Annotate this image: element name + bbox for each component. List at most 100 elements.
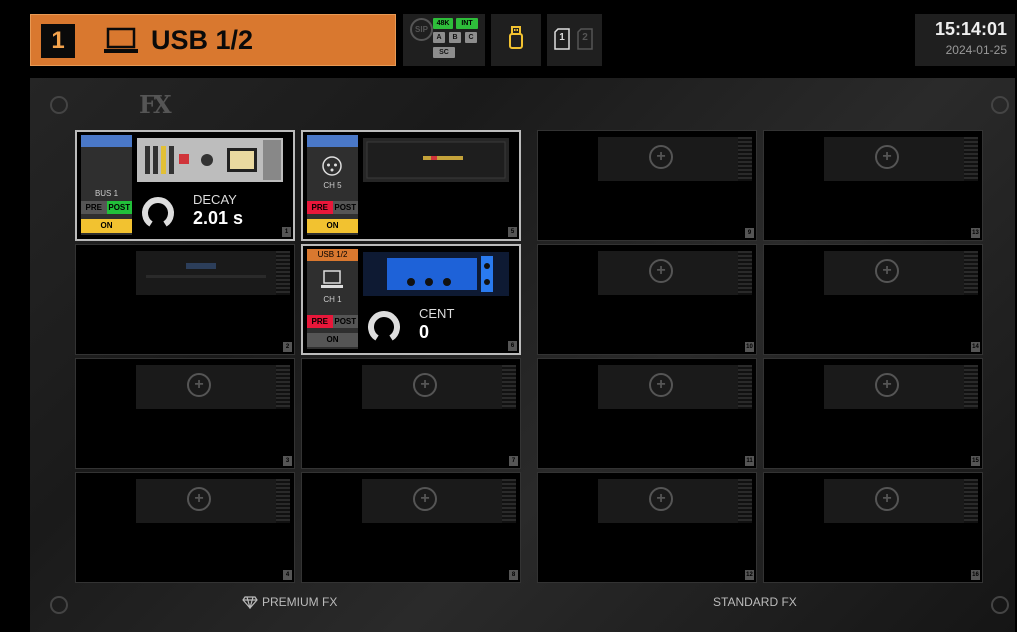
rack-grille: [276, 365, 290, 409]
slot-number: 2: [283, 342, 292, 352]
empty-slot: +: [362, 365, 508, 409]
fx-slot-8[interactable]: + 8: [301, 472, 521, 583]
slot-number: 7: [509, 456, 518, 466]
fx-slot-11[interactable]: + 11: [537, 358, 757, 469]
rack-grille: [276, 479, 290, 523]
fx-slot-1[interactable]: BUS 1 PRE POST ON DECAY 2.01 s 1: [75, 130, 295, 241]
add-fx-icon[interactable]: +: [187, 373, 211, 397]
add-fx-icon[interactable]: +: [649, 145, 673, 169]
fx-rack-panel: FX BUS 1 PRE POST ON DECAY 2.01 s 1 2 + …: [30, 78, 1015, 632]
b-badge: B: [449, 32, 461, 43]
fx-slot-9[interactable]: + 9: [537, 130, 757, 241]
pre-button[interactable]: PRE: [81, 201, 107, 214]
rack-grille: [964, 365, 978, 409]
slot-number: 16: [971, 570, 980, 580]
add-fx-icon[interactable]: +: [649, 259, 673, 283]
fx-slot-10[interactable]: + 10: [537, 244, 757, 355]
reverb-plugin-thumbnail: [137, 138, 283, 182]
cent-knob[interactable]: [367, 308, 401, 342]
decay-knob[interactable]: [141, 194, 175, 228]
c-badge: C: [465, 32, 477, 43]
memory-card-status[interactable]: 1 2: [547, 14, 602, 66]
fx-slot-7[interactable]: + 7: [301, 358, 521, 469]
add-fx-icon[interactable]: +: [875, 487, 899, 511]
fx-slot-16[interactable]: + 16: [763, 472, 983, 583]
source-label: BUS 1: [94, 189, 119, 198]
pre-post-toggle[interactable]: PRE POST: [307, 201, 358, 214]
sip-indicator: SIP: [410, 18, 433, 41]
add-fx-icon[interactable]: +: [875, 145, 899, 169]
empty-slot: +: [598, 251, 744, 295]
rack-grille: [502, 365, 516, 409]
add-fx-icon[interactable]: +: [875, 373, 899, 397]
pre-button[interactable]: PRE: [307, 201, 333, 214]
fx-slot-14[interactable]: + 14: [763, 244, 983, 355]
a-badge: A: [433, 32, 445, 43]
screw-icon: [991, 596, 1009, 614]
pre-post-toggle[interactable]: PRE POST: [81, 201, 132, 214]
standard-fx-label: STANDARD FX: [713, 595, 797, 609]
rack-grille: [964, 479, 978, 523]
premium-fx-label: PREMIUM FX: [262, 595, 338, 609]
top-bar: 1 USB 1/2 SIP 48K INT A B C SC 1 2 15:14…: [0, 0, 1017, 72]
pitch-plugin-thumbnail: [363, 252, 509, 296]
fx-logo: FX: [139, 90, 172, 119]
fx-slot-2[interactable]: 2: [75, 244, 295, 355]
laptop-icon: [104, 27, 138, 53]
sd-card-1-label: 1: [559, 32, 565, 43]
source-label: CH 5: [323, 181, 342, 190]
rack-grille: [502, 479, 516, 523]
usb-status[interactable]: [491, 14, 541, 66]
slot-number: 13: [971, 228, 980, 238]
post-button[interactable]: POST: [332, 201, 358, 214]
empty-slot: +: [136, 479, 282, 523]
add-fx-icon[interactable]: +: [875, 259, 899, 283]
pre-post-toggle[interactable]: PRE POST: [307, 315, 358, 328]
channel-name: USB 1/2: [151, 25, 254, 55]
empty-slot: +: [824, 137, 970, 181]
add-fx-icon[interactable]: +: [649, 373, 673, 397]
slot-number: 12: [745, 570, 754, 580]
fx-slot-13[interactable]: + 13: [763, 130, 983, 241]
rack-grille: [276, 251, 290, 295]
add-fx-icon[interactable]: +: [649, 487, 673, 511]
fx-slot-6[interactable]: USB 1/2 CH 1 PRE POST ON CENT 0 6: [301, 244, 521, 355]
add-fx-icon[interactable]: +: [413, 373, 437, 397]
diamond-icon: [242, 596, 258, 609]
on-button[interactable]: ON: [307, 333, 358, 347]
status-panel[interactable]: SIP 48K INT A B C SC: [403, 14, 485, 66]
slot-number: 8: [509, 570, 518, 580]
fx-slot-5[interactable]: CH 5 PRE POST ON 5: [301, 130, 521, 241]
bus-color-bar: [81, 135, 132, 147]
compressor-plugin-thumbnail: [363, 138, 509, 182]
slot-number: 11: [745, 456, 754, 466]
empty-slot: +: [136, 365, 282, 409]
on-button[interactable]: ON: [81, 219, 132, 233]
post-button[interactable]: POST: [332, 315, 358, 328]
fx-slot-3[interactable]: + 3: [75, 358, 295, 469]
slot-number: 10: [745, 342, 754, 352]
laptop-icon: [321, 270, 343, 288]
xlr-input-icon: [322, 156, 342, 176]
fx-slot-12[interactable]: + 12: [537, 472, 757, 583]
param-name: DECAY: [193, 192, 237, 207]
add-fx-icon[interactable]: +: [187, 487, 211, 511]
screw-icon: [50, 96, 68, 114]
slot-number: 1: [282, 227, 291, 237]
add-fx-icon[interactable]: +: [413, 487, 437, 511]
screw-icon: [50, 596, 68, 614]
rack-grille: [964, 137, 978, 181]
empty-slot: +: [824, 479, 970, 523]
fx-slot-4[interactable]: + 4: [75, 472, 295, 583]
fx-slot-15[interactable]: + 15: [763, 358, 983, 469]
on-button[interactable]: ON: [307, 219, 358, 233]
source-tag: USB 1/2: [307, 249, 358, 261]
param-value: 0: [419, 322, 430, 342]
pre-button[interactable]: PRE: [307, 315, 333, 328]
post-button[interactable]: POST: [106, 201, 132, 214]
source-label: CH 1: [323, 295, 342, 304]
channel-selector[interactable]: 1 USB 1/2: [30, 14, 396, 66]
sd-card-2-label: 2: [582, 32, 588, 43]
rack-grille: [738, 137, 752, 181]
slot-number: 15: [971, 456, 980, 466]
